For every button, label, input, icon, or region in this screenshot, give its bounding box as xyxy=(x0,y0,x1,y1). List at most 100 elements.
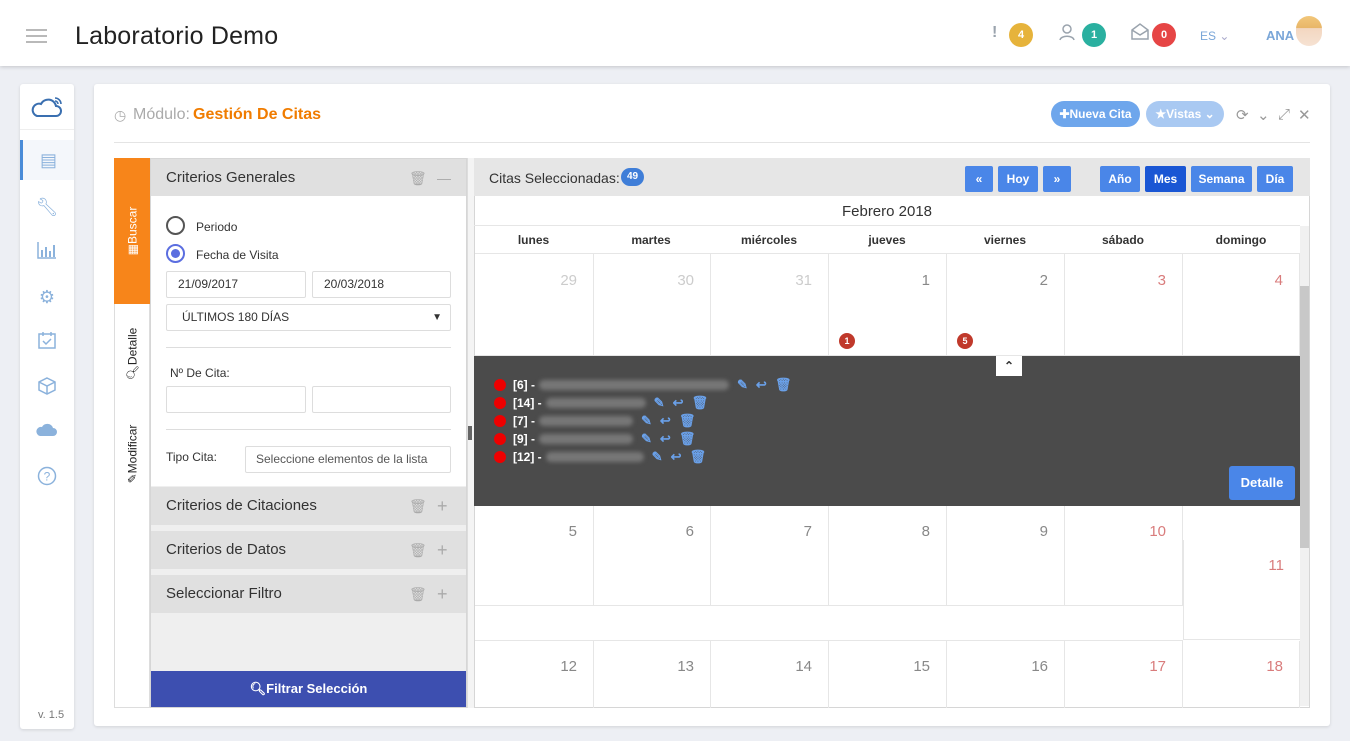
event-row[interactable]: [7] - ✎ ↩ 🗑︎ xyxy=(494,413,703,429)
envelope-icon[interactable] xyxy=(1130,22,1150,47)
avatar[interactable] xyxy=(1296,16,1322,46)
reply-icon[interactable]: ↩ xyxy=(673,395,684,411)
sidebar-item-help[interactable]: ? xyxy=(20,456,74,496)
datos-criteria-header[interactable]: Criterios de Datos 🗑︎ + xyxy=(151,531,466,569)
fecha-visita-radio[interactable] xyxy=(166,244,185,263)
sidebar-item-news[interactable]: ▤ xyxy=(20,140,74,180)
day-cell[interactable]: 17 xyxy=(1065,641,1183,708)
edit-icon[interactable]: ✎ xyxy=(641,431,652,447)
reply-icon[interactable]: ↩ xyxy=(660,413,671,429)
edit-icon[interactable]: ✎ xyxy=(654,395,665,411)
sidebar-item-settings[interactable]: ⚙ xyxy=(20,277,74,317)
collapse-icon[interactable]: ⌄ xyxy=(1257,106,1270,124)
trash-icon[interactable]: 🗑︎ xyxy=(775,377,792,393)
day-cell[interactable]: 10 xyxy=(1065,506,1183,606)
date-to-input[interactable]: 20/03/2018 xyxy=(312,271,451,298)
new-appointment-button[interactable]: ✚Nueva Cita xyxy=(1051,101,1140,127)
event-count-badge[interactable]: 5 xyxy=(957,333,973,349)
day-cell[interactable]: 18 xyxy=(1183,641,1300,708)
day-cell[interactable]: 4 xyxy=(1183,254,1300,356)
trash-icon[interactable]: 🗑︎ xyxy=(409,531,427,569)
views-button[interactable]: ★Vistas ⌄ xyxy=(1146,101,1224,127)
day-cell[interactable]: 15 xyxy=(829,641,947,708)
num-cita-to-input[interactable] xyxy=(312,386,451,413)
reply-icon[interactable]: ↩ xyxy=(660,431,671,447)
day-cell[interactable]: 29 xyxy=(475,254,594,356)
edit-icon[interactable]: ✎ xyxy=(737,377,748,393)
filter-button[interactable]: 🔍︎Filtrar Selección xyxy=(151,671,466,707)
plus-icon[interactable]: + xyxy=(437,487,448,525)
citaciones-criteria-header[interactable]: Criterios de Citaciones 🗑︎ + xyxy=(151,487,466,525)
tab-buscar[interactable]: ▦Buscar xyxy=(114,158,150,304)
day-cell[interactable]: 3 xyxy=(1065,254,1183,356)
trash-icon[interactable]: 🗑︎ xyxy=(409,487,427,525)
messages-badge[interactable]: 0 xyxy=(1152,23,1176,47)
splitter-handle[interactable] xyxy=(468,426,472,440)
next-button[interactable]: » xyxy=(1043,166,1071,192)
chevron-up-icon[interactable]: ⌃ xyxy=(996,356,1022,376)
reply-icon[interactable]: ↩ xyxy=(756,377,767,393)
date-range-select[interactable]: ÚLTIMOS 180 DÍAS ▼ xyxy=(166,304,451,331)
tab-modificar[interactable]: ✎Modificar xyxy=(114,404,150,504)
day-cell[interactable]: 14 xyxy=(711,641,829,708)
day-cell[interactable]: 31 xyxy=(711,254,829,356)
sidebar-item-reports[interactable] xyxy=(20,230,74,270)
sidebar-item-agenda[interactable] xyxy=(20,320,74,360)
periodo-radio[interactable] xyxy=(166,216,185,235)
event-row[interactable]: [9] - ✎ ↩ 🗑︎ xyxy=(494,431,703,447)
detail-button[interactable]: Detalle xyxy=(1229,466,1295,500)
view-month-button[interactable]: Mes xyxy=(1145,166,1186,192)
day-cell[interactable]: 11 xyxy=(1183,540,1300,640)
trash-icon[interactable]: 🗑︎ xyxy=(689,449,706,465)
menu-toggle-icon[interactable] xyxy=(26,29,47,43)
language-selector[interactable]: ES ⌄ xyxy=(1200,29,1229,43)
tab-detalle[interactable]: 🔍︎Detalle xyxy=(114,304,150,404)
day-cell[interactable]: 8 xyxy=(829,506,947,606)
scrollbar-thumb[interactable] xyxy=(1300,286,1309,548)
event-count-badge[interactable]: 1 xyxy=(839,333,855,349)
users-icon[interactable] xyxy=(1058,22,1078,47)
num-cita-from-input[interactable] xyxy=(166,386,306,413)
day-cell[interactable]: 13 xyxy=(594,641,711,708)
prev-button[interactable]: « xyxy=(965,166,993,192)
date-from-input[interactable]: 21/09/2017 xyxy=(166,271,306,298)
trash-icon[interactable]: 🗑︎ xyxy=(691,395,708,411)
trash-icon[interactable]: 🗑︎ xyxy=(679,413,696,429)
general-criteria-header[interactable]: Criterios Generales 🗑︎ — xyxy=(151,159,466,197)
filtro-header[interactable]: Seleccionar Filtro 🗑︎ + xyxy=(151,575,466,613)
minus-icon[interactable]: — xyxy=(437,159,451,197)
day-cell[interactable]: 7 xyxy=(711,506,829,606)
user-name[interactable]: ANA xyxy=(1266,28,1294,43)
edit-icon[interactable]: ✎ xyxy=(641,413,652,429)
alert-icon[interactable]: ! xyxy=(992,24,997,42)
day-cell[interactable]: 9 xyxy=(947,506,1065,606)
alerts-badge[interactable]: 4 xyxy=(1009,23,1033,47)
view-day-button[interactable]: Día xyxy=(1257,166,1293,192)
close-icon[interactable]: ✕ xyxy=(1298,106,1311,124)
reply-icon[interactable]: ↩ xyxy=(671,449,682,465)
today-button[interactable]: Hoy xyxy=(998,166,1038,192)
day-cell[interactable]: 5 xyxy=(475,506,594,606)
day-cell[interactable]: 30 xyxy=(594,254,711,356)
event-row[interactable]: [12] - ✎ ↩ 🗑︎ xyxy=(494,449,714,465)
cloud-logo-icon[interactable] xyxy=(20,84,74,130)
sidebar-item-cloud[interactable] xyxy=(20,410,74,450)
sidebar-item-stock[interactable] xyxy=(20,366,74,406)
view-year-button[interactable]: Año xyxy=(1100,166,1140,192)
sidebar-item-tools[interactable]: 🔧︎ xyxy=(20,187,74,227)
plus-icon[interactable]: + xyxy=(437,575,448,613)
day-cell[interactable]: 12 xyxy=(475,641,594,708)
plus-icon[interactable]: + xyxy=(437,531,448,569)
event-row[interactable]: [6] - ✎ ↩ 🗑︎ xyxy=(494,377,799,393)
users-badge[interactable]: 1 xyxy=(1082,23,1106,47)
tipo-cita-input[interactable]: Seleccione elementos de la lista xyxy=(245,446,451,473)
trash-icon[interactable]: 🗑︎ xyxy=(409,159,427,197)
trash-icon[interactable]: 🗑︎ xyxy=(679,431,696,447)
trash-icon[interactable]: 🗑︎ xyxy=(409,575,427,613)
refresh-icon[interactable]: ⟳ xyxy=(1236,106,1249,124)
view-week-button[interactable]: Semana xyxy=(1191,166,1252,192)
event-row[interactable]: [14] - ✎ ↩ 🗑︎ xyxy=(494,395,716,411)
day-cell[interactable]: 16 xyxy=(947,641,1065,708)
expand-icon[interactable]: ⤢ xyxy=(1278,106,1290,123)
edit-icon[interactable]: ✎ xyxy=(652,449,663,465)
